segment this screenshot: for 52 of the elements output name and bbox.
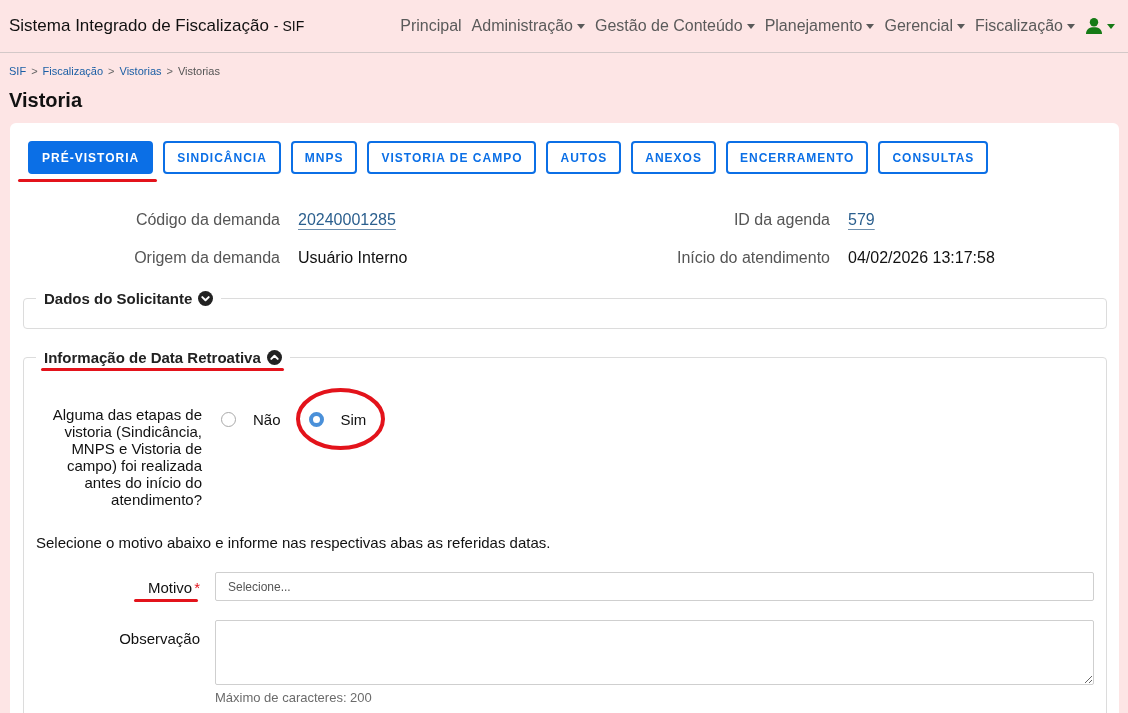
tab[interactable]: ENCERRAMENTO bbox=[725, 141, 869, 174]
tab[interactable]: PRÉ-VISTORIA bbox=[28, 141, 154, 174]
radio-button[interactable] bbox=[308, 412, 324, 427]
nav-menu-item[interactable]: Gerencial bbox=[879, 17, 970, 35]
tab[interactable]: AUTOS bbox=[546, 141, 622, 174]
instruction-text: Selecione o motivo abaixo e informe nas respectivas abas as referidas datas. bbox=[36, 533, 552, 552]
tab[interactable]: CONSULTAS bbox=[878, 141, 989, 174]
caret-icon bbox=[1107, 23, 1115, 29]
breadcrumb-link[interactable]: Vistorias bbox=[119, 65, 162, 78]
user-icon bbox=[1086, 18, 1102, 34]
field-label: Motivo* bbox=[147, 578, 200, 597]
summary-label: Código da demanda bbox=[135, 210, 280, 230]
tab[interactable]: SINDICÂNCIA bbox=[163, 141, 281, 174]
caret-icon bbox=[866, 23, 875, 29]
nav-menu-item[interactable]: Gestão de Conteúdo bbox=[589, 17, 760, 35]
breadcrumb-separator: > bbox=[108, 65, 115, 78]
summary-value: Usuário Interno bbox=[298, 248, 408, 268]
caret-icon bbox=[746, 23, 755, 29]
summary-link[interactable]: 20240001285 bbox=[298, 210, 396, 230]
textarea-field[interactable] bbox=[215, 620, 1094, 685]
option-label: Não bbox=[253, 410, 281, 429]
nav-menu-item[interactable]: Administração bbox=[466, 17, 590, 35]
caret-icon bbox=[956, 23, 965, 29]
breadcrumb-link[interactable]: Fiscalização bbox=[42, 65, 104, 78]
option-label: Sim bbox=[340, 410, 367, 429]
app-title: Sistema Integrado de Fiscalização bbox=[9, 16, 269, 36]
question-label: Alguma das etapas de vistoria (Sindicância, MNPS e Vistoria de campo) foi realizada antes do início do atendimento? bbox=[51, 406, 202, 508]
summary-label: Origem da demanda bbox=[134, 248, 280, 268]
breadcrumb-separator: > bbox=[31, 65, 38, 78]
field-hint: Máximo de caracteres: 200 bbox=[215, 690, 373, 706]
tab[interactable]: VISTORIA DE CAMPO bbox=[367, 141, 537, 174]
summary-link[interactable]: 579 bbox=[848, 210, 875, 230]
summary-label: Início do atendimento bbox=[677, 248, 830, 268]
caret-icon bbox=[576, 23, 585, 29]
tab[interactable]: MNPS bbox=[290, 141, 358, 174]
breadcrumb-current: Vistorias bbox=[177, 65, 220, 78]
summary-label: ID da agenda bbox=[733, 210, 830, 230]
nav-menu-item[interactable]: Fiscalização bbox=[969, 17, 1080, 35]
app-abbreviation: - SIF bbox=[273, 18, 305, 34]
nav-menu-item[interactable]: Planejamento bbox=[759, 17, 880, 35]
radio-button[interactable] bbox=[221, 412, 236, 427]
section-toggle[interactable]: Dados do Solicitante bbox=[44, 289, 214, 308]
breadcrumb-separator: > bbox=[166, 65, 173, 78]
field-label: Observação bbox=[119, 629, 200, 648]
section-toggle[interactable]: Informação de Data Retroativa bbox=[44, 348, 282, 367]
caret-icon bbox=[1067, 23, 1075, 29]
breadcrumb-link[interactable]: SIF bbox=[9, 65, 27, 78]
tab[interactable]: ANEXOS bbox=[631, 141, 716, 174]
page-title: Vistoria bbox=[9, 88, 84, 112]
select-field[interactable]: Selecione... bbox=[215, 572, 1094, 601]
nav-menu-item[interactable]: Principal bbox=[395, 17, 467, 35]
summary-value: 04/02/2026 13:17:58 bbox=[848, 248, 995, 268]
